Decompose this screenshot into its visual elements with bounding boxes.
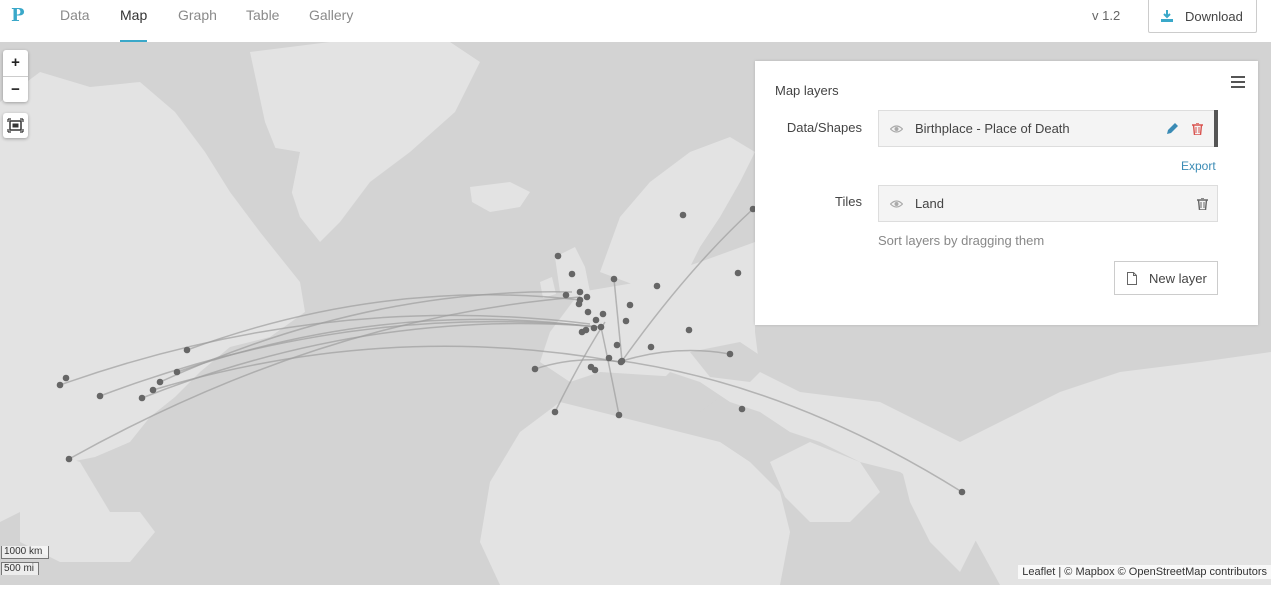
location-marker[interactable] — [605, 354, 613, 362]
location-marker[interactable] — [568, 270, 576, 278]
zoom-out-button[interactable]: − — [3, 76, 28, 102]
location-marker[interactable] — [96, 392, 104, 400]
map-layers-panel: Map layers Data/Shapes Birthplace - Plac… — [755, 61, 1258, 325]
location-marker[interactable] — [183, 346, 191, 354]
location-marker[interactable] — [576, 288, 584, 296]
top-navigation: P Data Map Graph Table Gallery v 1.2 Dow… — [0, 0, 1271, 42]
location-marker[interactable] — [592, 316, 600, 324]
location-marker[interactable] — [531, 365, 539, 373]
location-marker[interactable] — [597, 323, 605, 331]
version-label: v 1.2 — [1092, 8, 1121, 23]
trash-icon[interactable] — [1192, 123, 1203, 135]
zoom-control: + − — [3, 50, 28, 102]
location-marker[interactable] — [617, 358, 625, 366]
eye-icon[interactable] — [890, 198, 903, 210]
location-marker[interactable] — [647, 343, 655, 351]
location-marker[interactable] — [626, 301, 634, 309]
location-marker[interactable] — [734, 269, 742, 277]
connection-arc — [554, 321, 606, 413]
download-button[interactable]: Download — [1148, 0, 1257, 33]
data-shapes-label: Data/Shapes — [786, 120, 862, 135]
location-marker[interactable] — [583, 293, 591, 301]
location-marker[interactable] — [138, 394, 146, 402]
location-marker[interactable] — [65, 455, 73, 463]
location-marker[interactable] — [562, 291, 570, 299]
data-layer-name: Birthplace - Place of Death — [915, 121, 1070, 136]
tab-table[interactable]: Table — [246, 0, 279, 42]
panel-title: Map layers — [775, 83, 839, 98]
location-marker[interactable] — [584, 308, 592, 316]
tab-gallery[interactable]: Gallery — [309, 0, 353, 42]
pencil-icon[interactable] — [1166, 122, 1179, 135]
tab-data[interactable]: Data — [60, 0, 90, 42]
trash-icon[interactable] — [1197, 198, 1208, 210]
connection-arc — [152, 345, 621, 391]
location-marker[interactable] — [554, 252, 562, 260]
data-layer-item[interactable]: Birthplace - Place of Death — [878, 110, 1218, 147]
download-label: Download — [1185, 8, 1243, 24]
tiles-layer-name: Land — [915, 196, 944, 211]
connection-arc — [613, 278, 623, 362]
location-marker[interactable] — [582, 326, 590, 334]
fit-bounds-button[interactable] — [3, 113, 28, 138]
location-marker[interactable] — [173, 368, 181, 376]
location-marker[interactable] — [610, 275, 618, 283]
location-marker[interactable] — [590, 324, 598, 332]
location-marker[interactable] — [62, 374, 70, 382]
new-layer-button[interactable]: New layer — [1114, 261, 1218, 295]
connection-arc — [621, 208, 754, 362]
location-marker[interactable] — [575, 300, 583, 308]
location-marker[interactable] — [615, 411, 623, 419]
location-marker[interactable] — [551, 408, 559, 416]
location-marker[interactable] — [613, 341, 621, 349]
scale-km: 1000 km — [1, 546, 49, 559]
location-marker[interactable] — [149, 386, 157, 394]
location-marker[interactable] — [685, 326, 693, 334]
location-marker[interactable] — [726, 350, 734, 358]
tiles-layer-item[interactable]: Land — [878, 185, 1218, 222]
eye-icon[interactable] — [890, 123, 903, 135]
zoom-in-button[interactable]: + — [3, 50, 28, 76]
download-icon — [1161, 10, 1173, 22]
tab-map[interactable]: Map — [120, 0, 148, 42]
sort-hint: Sort layers by dragging them — [878, 233, 1045, 248]
connection-arc — [600, 326, 620, 416]
tab-graph[interactable]: Graph — [178, 0, 217, 42]
location-marker[interactable] — [591, 366, 599, 374]
drag-handle[interactable] — [1214, 110, 1218, 147]
location-marker[interactable] — [156, 378, 164, 386]
fit-bounds-icon — [7, 118, 24, 133]
hamburger-menu-icon[interactable] — [1231, 76, 1245, 88]
location-marker[interactable] — [958, 488, 966, 496]
map-attribution[interactable]: Leaflet | © Mapbox © OpenStreetMap contr… — [1018, 565, 1271, 579]
location-marker[interactable] — [679, 211, 687, 219]
new-layer-label: New layer — [1149, 270, 1207, 286]
location-marker[interactable] — [738, 405, 746, 413]
tiles-label: Tiles — [835, 194, 862, 209]
location-marker[interactable] — [622, 317, 630, 325]
connection-arc — [621, 360, 963, 493]
location-marker[interactable] — [599, 310, 607, 318]
export-link[interactable]: Export — [1181, 159, 1216, 173]
connection-arc — [59, 314, 591, 386]
app-logo[interactable]: P — [11, 5, 25, 26]
location-marker[interactable] — [653, 282, 661, 290]
location-marker[interactable] — [56, 381, 64, 389]
document-icon — [1127, 271, 1137, 285]
scale-mi: 500 mi — [1, 562, 39, 575]
connection-arc — [621, 349, 731, 362]
